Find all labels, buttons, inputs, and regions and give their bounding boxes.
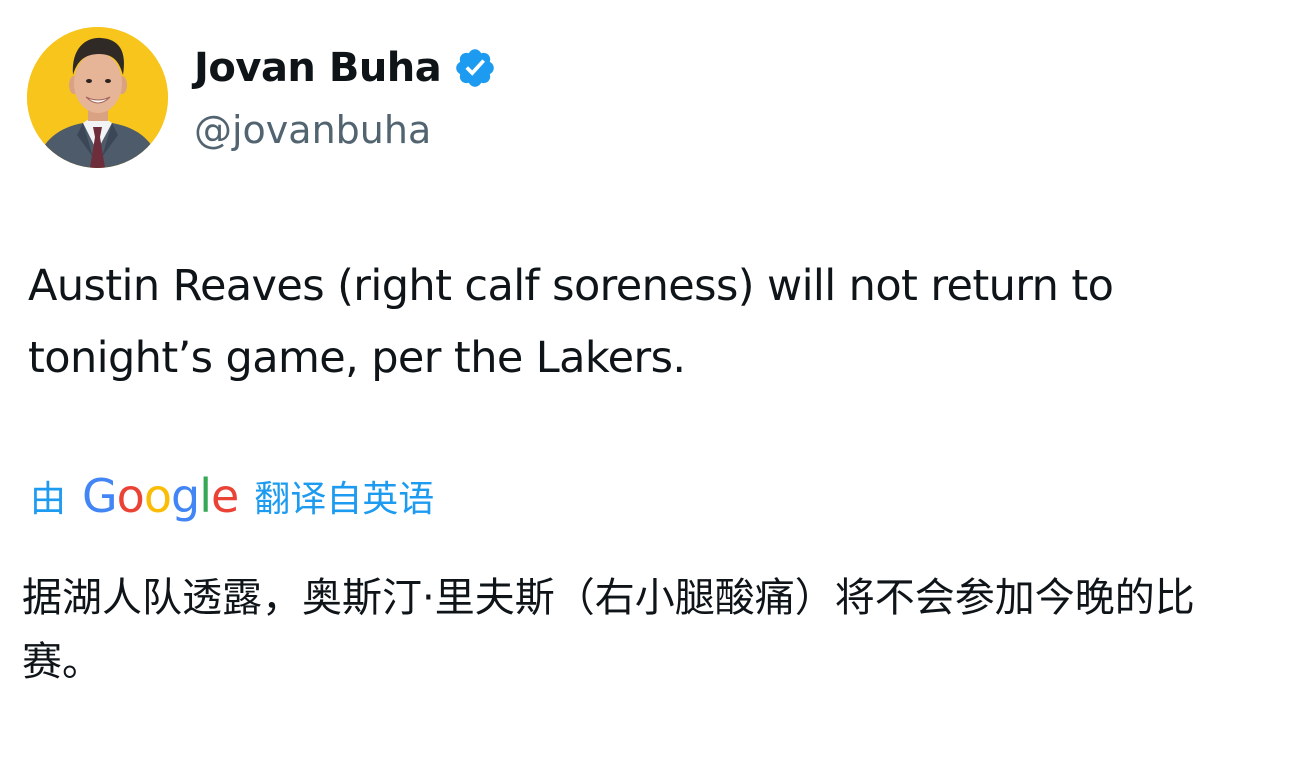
verified-badge-icon[interactable] bbox=[453, 46, 497, 90]
translation-prefix: 由 bbox=[30, 479, 67, 520]
name-row: Jovan Buha bbox=[194, 40, 497, 96]
avatar[interactable] bbox=[27, 27, 168, 168]
google-logo-letter: o bbox=[116, 469, 145, 523]
google-logo-letter: o bbox=[143, 469, 172, 523]
tweet-text: Austin Reaves (right calf soreness) will… bbox=[28, 261, 1114, 383]
display-name[interactable]: Jovan Buha bbox=[194, 40, 442, 96]
google-logo: G o o g l e bbox=[82, 466, 239, 526]
tweet-card: Jovan Buha @jovanbuha Austin Reaves (rig… bbox=[0, 0, 1290, 776]
user-handle[interactable]: @jovanbuha bbox=[194, 102, 497, 158]
translated-tweet-text: 据湖人队透露，奥斯汀·里夫斯（右小腿酸痛）将不会参加今晚的比赛。 bbox=[22, 575, 1195, 685]
translation-attribution[interactable]: 由 G o o g l e 翻译自英语 bbox=[30, 466, 434, 526]
google-logo-letter: G bbox=[82, 469, 118, 523]
google-logo-letter: l bbox=[199, 469, 212, 523]
translation-suffix: 翻译自英语 bbox=[254, 479, 435, 520]
google-logo-letter: g bbox=[170, 469, 200, 523]
google-logo-letter: e bbox=[210, 469, 239, 523]
author-info: Jovan Buha @jovanbuha bbox=[194, 40, 497, 158]
